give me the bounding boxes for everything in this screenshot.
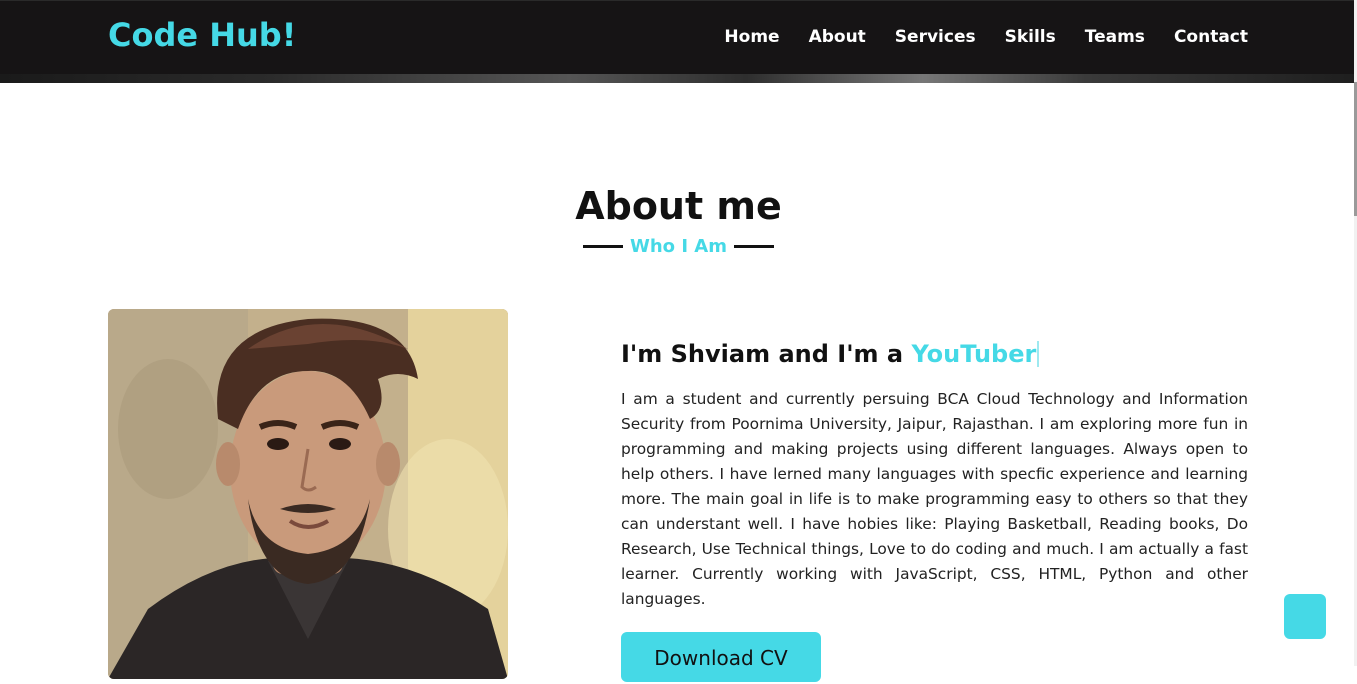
nav-menu: Home About Services Skills Teams Contact: [724, 27, 1248, 47]
nav-item-teams[interactable]: Teams: [1085, 27, 1145, 47]
nav-item-services[interactable]: Services: [895, 27, 976, 47]
headline-role: YouTuber: [911, 340, 1037, 368]
about-bio: I am a student and currently persuing BC…: [621, 390, 1248, 608]
section-title: About me: [575, 184, 782, 228]
subtitle-line-left: [583, 245, 624, 248]
scroll-to-top-button[interactable]: [1284, 594, 1326, 639]
hero-image-strip: [0, 74, 1357, 83]
subtitle-line-right: [733, 245, 774, 248]
typing-cursor: [1037, 341, 1040, 367]
nav-item-about[interactable]: About: [809, 27, 866, 47]
profile-photo-illustration: [108, 309, 508, 679]
nav-item-contact[interactable]: Contact: [1174, 27, 1248, 47]
brand-logo[interactable]: Code Hub!: [108, 16, 296, 54]
profile-photo: [108, 309, 508, 679]
about-headline: I'm Shviam and I'm a YouTuber: [621, 340, 1040, 368]
top-navbar: Code Hub! Home About Services Skills Tea…: [0, 0, 1357, 83]
download-cv-button[interactable]: Download CV: [621, 632, 821, 682]
nav-item-home[interactable]: Home: [724, 27, 779, 47]
subtitle-text: Who I Am: [630, 236, 727, 257]
nav-item-skills[interactable]: Skills: [1005, 27, 1056, 47]
section-subtitle: Who I Am: [0, 236, 1357, 257]
headline-prefix: I'm Shviam and I'm a: [621, 340, 912, 368]
